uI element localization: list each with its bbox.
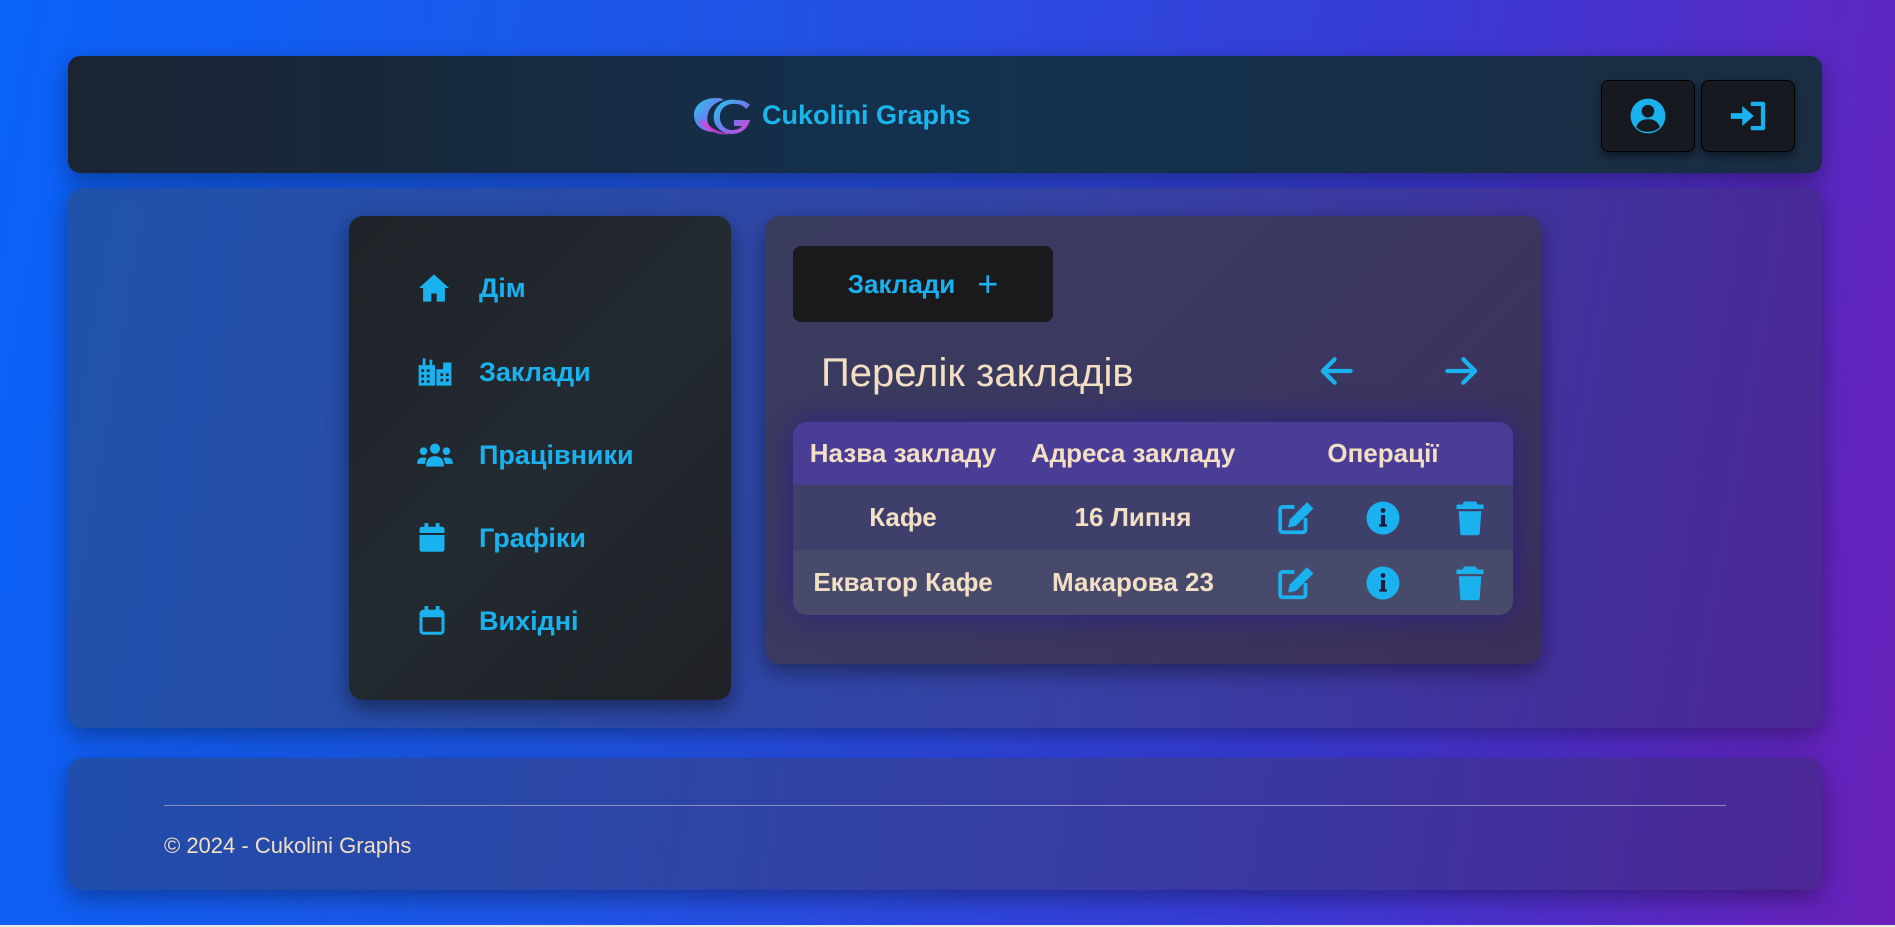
calendar-outline-icon [417, 604, 455, 638]
row-operations [1253, 561, 1513, 605]
sidebar-item-places[interactable]: Заклади [417, 352, 591, 392]
next-page-button[interactable] [1441, 350, 1483, 392]
sidebar-item-workers[interactable]: Працівники [417, 435, 634, 475]
sidebar-item-label: Графіки [479, 522, 587, 553]
delete-button[interactable] [1448, 496, 1492, 540]
table-row: Екватор Кафе Макарова 23 [793, 550, 1513, 615]
info-icon [1366, 566, 1400, 599]
table-header: Назва закладу Адреса закладу Операції [793, 422, 1513, 485]
edit-button[interactable] [1274, 496, 1318, 540]
place-address: Макарова 23 [1052, 567, 1214, 597]
arrow-right-icon [1445, 357, 1478, 385]
info-button[interactable] [1361, 496, 1405, 540]
sidebar-item-label: Заклади [479, 356, 591, 387]
top-header: Cukolini Graphs [68, 56, 1822, 173]
sidebar-item-days-off[interactable]: Вихідні [417, 601, 579, 641]
edit-button[interactable] [1274, 561, 1318, 605]
user-circle-icon [1630, 98, 1666, 134]
page-title: Перелік закладів [821, 351, 1134, 395]
sidebar-item-home[interactable]: Дім [417, 268, 526, 308]
footer-divider [164, 805, 1726, 806]
users-icon [417, 438, 455, 472]
places-table: Назва закладу Адреса закладу Операції Ка… [793, 422, 1513, 615]
add-place-button-label: Заклади [847, 268, 956, 299]
edit-icon [1278, 501, 1314, 534]
home-icon [417, 271, 455, 305]
info-button[interactable] [1361, 561, 1405, 605]
trash-icon [1456, 501, 1484, 535]
trash-icon [1456, 566, 1484, 600]
prev-page-button[interactable] [1315, 350, 1357, 392]
login-button[interactable] [1701, 80, 1795, 152]
sidebar-item-label: Працівники [479, 439, 634, 470]
plus-icon: + [977, 263, 999, 304]
arrow-left-icon [1320, 357, 1353, 385]
table-row: Кафе 16 Липня [793, 485, 1513, 550]
profile-button[interactable] [1601, 80, 1695, 152]
place-address: 16 Липня [1074, 502, 1192, 532]
city-icon [417, 355, 455, 389]
column-header-name: Назва закладу [809, 438, 997, 468]
column-header-operations: Операції [1327, 438, 1439, 468]
sidebar-item-schedules[interactable]: Графіки [417, 518, 586, 558]
copyright-text: © 2024 - Cukolini Graphs [164, 833, 412, 858]
cg-logo-icon [694, 98, 750, 135]
sign-in-icon [1730, 101, 1766, 131]
main-area: Дім Заклади Працівники Графіки Вихідні З… [68, 188, 1822, 728]
brand[interactable]: Cukolini Graphs [690, 92, 971, 138]
places-panel: Заклади + Перелік закладів Назва закладу… [765, 216, 1541, 664]
sidebar-item-label: Дім [479, 272, 526, 303]
place-name: Кафе [869, 502, 937, 532]
place-name: Екватор Кафе [813, 567, 993, 597]
footer: © 2024 - Cukolini Graphs [68, 758, 1822, 890]
add-place-button[interactable]: Заклади + [793, 246, 1053, 322]
sidebar: Дім Заклади Працівники Графіки Вихідні [349, 216, 731, 700]
brand-name: Cukolini Graphs [762, 99, 971, 130]
info-icon [1366, 501, 1400, 534]
delete-button[interactable] [1448, 561, 1492, 605]
edit-icon [1278, 566, 1314, 599]
column-header-address: Адреса закладу [1030, 438, 1236, 468]
calendar-icon [417, 521, 455, 555]
row-operations [1253, 496, 1513, 540]
sidebar-item-label: Вихідні [479, 605, 579, 636]
